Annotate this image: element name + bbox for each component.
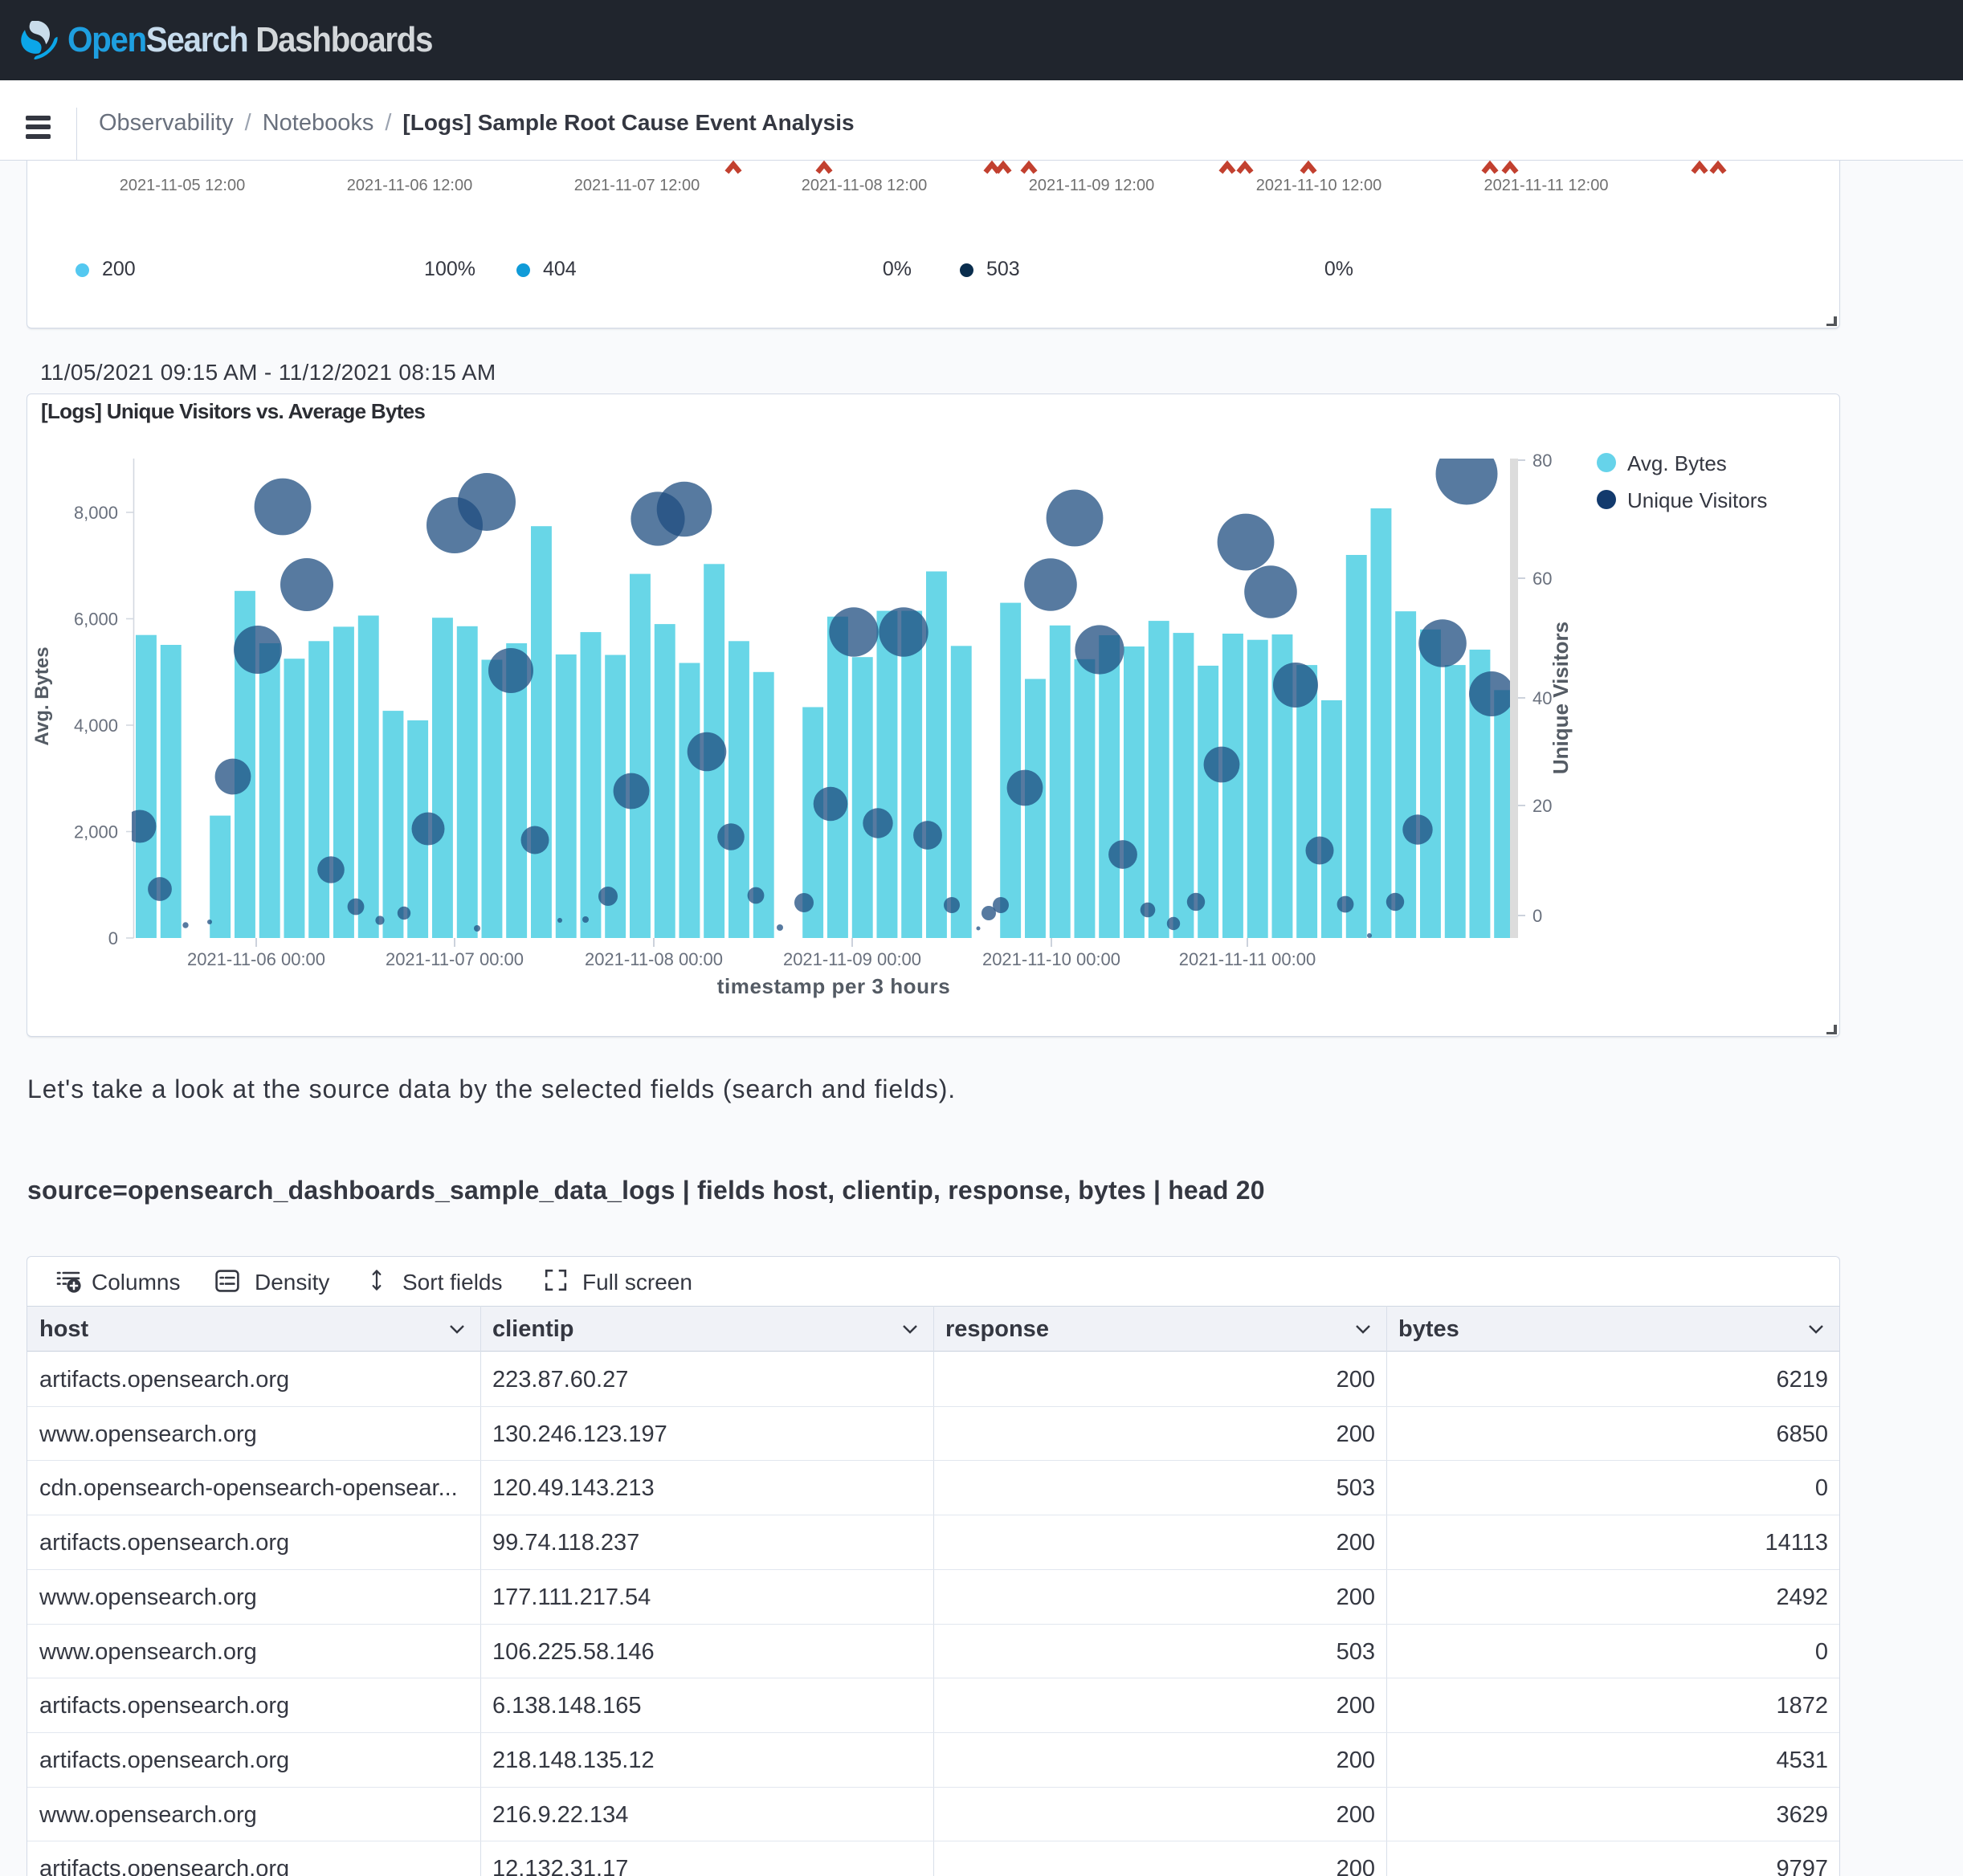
svg-text:2021-11-10 00:00: 2021-11-10 00:00 xyxy=(982,949,1120,969)
svg-text:8,000: 8,000 xyxy=(74,503,118,523)
svg-text:4,000: 4,000 xyxy=(74,716,118,736)
svg-text:2021-11-08 00:00: 2021-11-08 00:00 xyxy=(585,949,723,969)
svg-text:2021-11-09 00:00: 2021-11-09 00:00 xyxy=(783,949,921,969)
svg-text:80: 80 xyxy=(1532,451,1552,471)
svg-text:0: 0 xyxy=(108,928,118,948)
svg-text:60: 60 xyxy=(1532,569,1552,589)
svg-text:Unique Visitors: Unique Visitors xyxy=(1549,622,1573,774)
svg-text:20: 20 xyxy=(1532,796,1552,816)
svg-text:Avg. Bytes: Avg. Bytes xyxy=(1627,451,1727,475)
svg-text:2021-11-11 00:00: 2021-11-11 00:00 xyxy=(1179,949,1316,969)
svg-text:6,000: 6,000 xyxy=(74,610,118,630)
svg-text:2021-11-07 00:00: 2021-11-07 00:00 xyxy=(386,949,524,969)
svg-text:Unique Visitors: Unique Visitors xyxy=(1627,488,1767,512)
svg-text:Avg. Bytes: Avg. Bytes xyxy=(31,646,53,745)
svg-text:timestamp per 3 hours: timestamp per 3 hours xyxy=(717,974,950,998)
svg-text:0: 0 xyxy=(1532,906,1542,926)
svg-text:2,000: 2,000 xyxy=(74,822,118,842)
svg-text:2021-11-06 00:00: 2021-11-06 00:00 xyxy=(187,949,325,969)
